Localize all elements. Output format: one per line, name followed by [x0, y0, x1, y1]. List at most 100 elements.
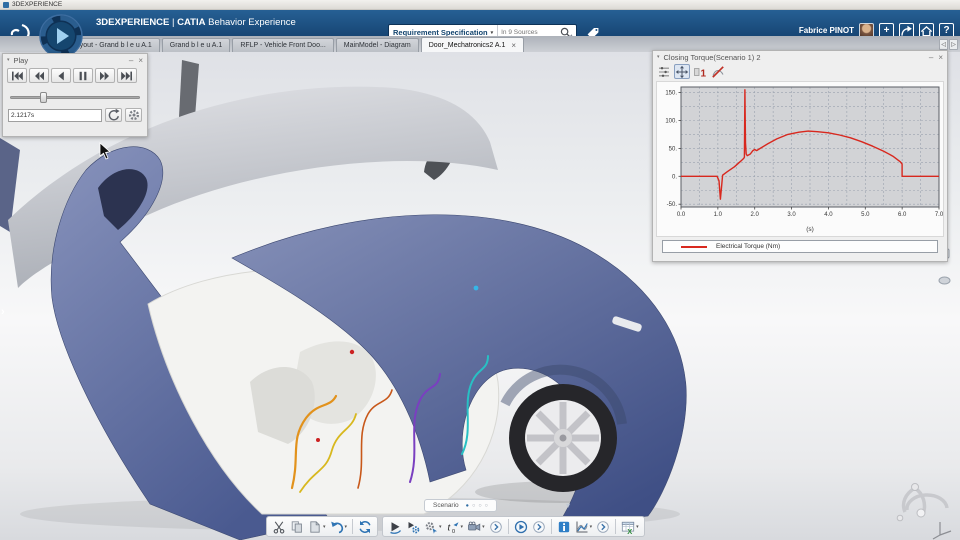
svg-text:7.0: 7.0: [935, 212, 944, 218]
pause-button[interactable]: [73, 68, 93, 83]
toolbar-separator: [352, 519, 353, 534]
export-table-button[interactable]: X▾: [619, 518, 641, 536]
tab-rflp-vehicle-front-doo[interactable]: RFLP - Vehicle Front Doo...: [232, 38, 333, 52]
dropdown-caret[interactable]: ▾: [461, 524, 464, 530]
copy-button[interactable]: [288, 518, 306, 536]
chart-legend: Electrical Torque (Nm): [662, 240, 938, 253]
undo-button[interactable]: ▾: [328, 518, 350, 536]
view-manipulator[interactable]: [893, 480, 957, 540]
skip-start-button[interactable]: [7, 68, 27, 83]
tab-grand-b-l-e-u-a-1[interactable]: Grand b l e u A.1: [162, 38, 231, 52]
chart-options-button[interactable]: [656, 64, 672, 79]
dropdown-caret[interactable]: ▾: [482, 524, 485, 530]
dropdown-caret[interactable]: ▾: [636, 524, 639, 530]
tab-mainmodel-diagram[interactable]: MainModel - Diagram: [336, 38, 419, 52]
tab-scroll: ◁ ▷: [939, 39, 958, 50]
scenario-dot[interactable]: ○: [478, 503, 481, 509]
run-simulation-button[interactable]: [386, 518, 404, 536]
slider-track[interactable]: [10, 96, 140, 99]
more-chevron-button[interactable]: [530, 518, 548, 536]
close-icon[interactable]: ×: [511, 41, 516, 50]
app-name: CATIA: [177, 17, 205, 28]
dropdown-caret[interactable]: ▾: [323, 524, 326, 530]
chevron-down-icon: ▾: [491, 30, 494, 36]
info-button[interactable]: [555, 518, 573, 536]
plot-button[interactable]: ▾: [573, 518, 595, 536]
time-slider[interactable]: [10, 92, 140, 102]
rew-button[interactable]: [29, 68, 49, 83]
svg-text:4.0: 4.0: [824, 212, 833, 218]
copy-icon: [290, 520, 304, 534]
play-side-buttons: [105, 108, 142, 122]
minimize-button[interactable]: –: [129, 56, 133, 65]
more-chevron-icon: [489, 520, 503, 534]
svg-text:3.0: 3.0: [787, 212, 796, 218]
left-panel-expander[interactable]: ›: [1, 306, 5, 318]
paste-button[interactable]: ▾: [306, 518, 328, 536]
more-chevron-button[interactable]: [487, 518, 505, 536]
play-circle-button[interactable]: [512, 518, 530, 536]
hide-curve-icon: [711, 65, 725, 79]
fit-view-button[interactable]: [674, 64, 690, 79]
more-chevron-button[interactable]: [594, 518, 612, 536]
window-titlebar: 3DEXPERIENCE: [0, 0, 960, 10]
play-back-button[interactable]: [51, 68, 71, 83]
title-separator: |: [172, 17, 174, 28]
scenario-pager: Scenario ●○○○: [424, 499, 497, 512]
minimize-button[interactable]: –: [929, 53, 933, 62]
undo-icon: [330, 520, 344, 534]
scenario-expand-button[interactable]: ▾: [561, 499, 575, 512]
right-dock-handle[interactable]: [938, 276, 951, 285]
application-window: 3DEXPERIENCE 3DEXPERIENCE | CATIA Behavi…: [0, 0, 960, 540]
gear-button[interactable]: [125, 108, 142, 122]
skip-start-icon: [10, 69, 24, 83]
chart-panel-header[interactable]: ▾ Closing Torque(Scenario 1) 2 – ×: [653, 51, 947, 63]
hide-curve-button[interactable]: [710, 64, 726, 79]
play-panel-title: Play: [14, 56, 124, 65]
svg-text:6.0: 6.0: [898, 212, 907, 218]
dropdown-caret[interactable]: ▾: [590, 524, 593, 530]
cut-button[interactable]: [270, 518, 288, 536]
time-input[interactable]: [8, 109, 102, 122]
slider-handle[interactable]: [40, 92, 47, 103]
skip-end-icon: [120, 69, 134, 83]
scenario-dot[interactable]: ○: [472, 503, 475, 509]
svg-text:(s): (s): [806, 226, 814, 233]
simulation-settings-button[interactable]: [404, 518, 422, 536]
scenario-dots: ●○○○: [466, 503, 488, 509]
marker-one-button[interactable]: 1: [692, 64, 708, 79]
window-title: 3DEXPERIENCE: [12, 1, 62, 8]
cut-icon: [272, 520, 286, 534]
sensor-marker[interactable]: [474, 286, 479, 291]
ffwd-button[interactable]: [95, 68, 115, 83]
tab-label: MainModel - Diagram: [344, 42, 411, 49]
reset-time-button[interactable]: t0▾: [444, 518, 466, 536]
scenario-dot-active[interactable]: ●: [466, 503, 469, 509]
toolbar-group: ▾▾: [266, 516, 378, 537]
close-button[interactable]: ×: [938, 53, 943, 62]
svg-text:1.0: 1.0: [714, 212, 723, 218]
dropdown-caret[interactable]: ▾: [439, 524, 442, 530]
loop-button[interactable]: [105, 108, 122, 122]
play-panel-header[interactable]: ▾ Play – ×: [3, 54, 147, 66]
gear-run-button[interactable]: ▾: [422, 518, 444, 536]
chart-options-icon: [657, 65, 671, 79]
app-title: 3DEXPERIENCE | CATIA Behavior Experience: [96, 17, 296, 28]
toolbar-group: ▾t0▾▾▾X▾: [382, 516, 645, 537]
close-button[interactable]: ×: [138, 56, 143, 65]
collapse-icon[interactable]: ▾: [657, 54, 660, 60]
collapse-icon[interactable]: ▾: [7, 57, 10, 63]
dropdown-caret[interactable]: ▾: [345, 524, 348, 530]
bottom-toolbar: ▾▾▾t0▾▾▾X▾: [266, 516, 645, 537]
skip-end-button[interactable]: [117, 68, 137, 83]
toolbar-separator: [615, 519, 616, 534]
refresh-button[interactable]: [356, 518, 374, 536]
tab-door-mechatronics2-a-1[interactable]: Door_Mechatronics2 A.1×: [421, 37, 524, 52]
svg-text:2.0: 2.0: [751, 212, 760, 218]
tab-scroll-left-button[interactable]: ◁: [939, 39, 948, 50]
scenario-dot[interactable]: ○: [485, 503, 488, 509]
tab-scroll-right-button[interactable]: ▷: [949, 39, 958, 50]
record-video-button[interactable]: ▾: [465, 518, 487, 536]
fit-view-icon: [675, 65, 689, 79]
search-input[interactable]: [498, 29, 556, 36]
